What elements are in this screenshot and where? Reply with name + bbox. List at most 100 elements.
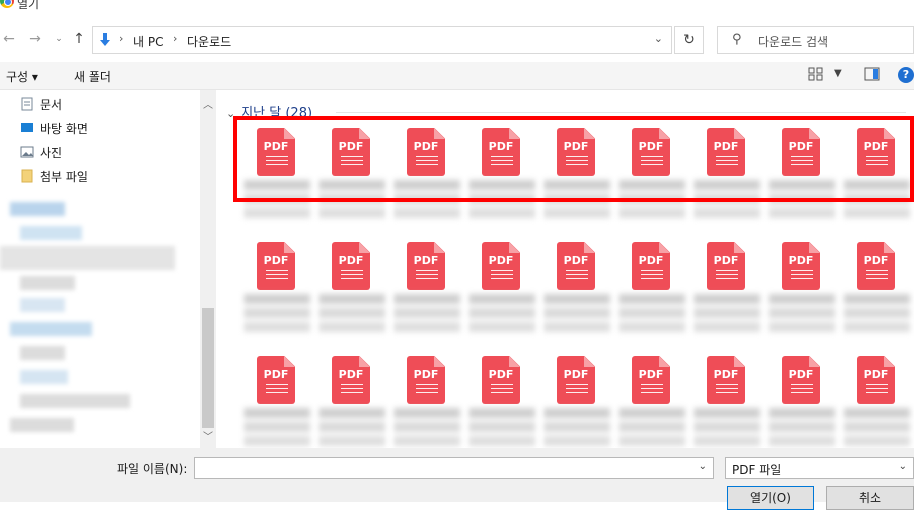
file-item[interactable]: PDF	[392, 242, 462, 347]
file-item[interactable]: PDF	[542, 356, 612, 448]
file-item[interactable]: PDF	[467, 356, 537, 448]
file-item[interactable]: PDF	[692, 128, 762, 233]
new-folder-button[interactable]: 새 폴더	[74, 68, 111, 85]
filetype-select[interactable]: PDF 파일 ⌄	[725, 457, 914, 479]
file-item[interactable]: PDF	[692, 242, 762, 347]
file-item[interactable]: PDF	[467, 128, 537, 233]
file-item[interactable]: PDF	[842, 356, 912, 448]
search-box[interactable]: ⚲ 다운로드 검색	[717, 26, 914, 54]
search-input[interactable]: 다운로드 검색	[758, 33, 828, 50]
chevron-down-icon: ⌄	[226, 107, 236, 120]
file-item[interactable]: PDF	[842, 242, 912, 347]
file-item[interactable]: PDF	[242, 128, 312, 233]
cancel-button[interactable]: 취소	[826, 486, 914, 510]
refresh-icon: ↻	[683, 32, 695, 48]
pdf-fold	[509, 128, 520, 139]
scroll-up-icon[interactable]: ︿	[200, 96, 216, 111]
up-arrow-icon[interactable]: ↑	[70, 30, 88, 48]
sidebar-item-documents[interactable]: 문서	[20, 94, 62, 114]
file-item[interactable]: PDF	[767, 128, 837, 233]
pdf-lines	[266, 270, 288, 282]
pdf-icon-label: PDF	[488, 368, 514, 381]
sidebar-item-attachments[interactable]: 첨부 파일	[20, 166, 88, 186]
file-item[interactable]: PDF	[242, 242, 312, 347]
pdf-icon-label: PDF	[263, 140, 289, 153]
breadcrumb-downloads[interactable]: 다운로드	[187, 33, 231, 50]
file-item[interactable]: PDF	[767, 242, 837, 347]
scroll-down-icon[interactable]: ﹀	[200, 428, 216, 443]
pdf-lines	[341, 384, 363, 396]
obscured-filename	[244, 180, 310, 228]
obscured-filename	[619, 408, 685, 448]
file-item[interactable]: PDF	[617, 128, 687, 233]
view-dropdown-icon[interactable]: ▼	[834, 68, 842, 79]
file-item[interactable]: PDF	[842, 128, 912, 233]
recent-dropdown-icon[interactable]: ⌄	[50, 30, 68, 48]
view-options-icon[interactable]	[808, 67, 824, 84]
sidebar-item-label: 첨부 파일	[40, 169, 88, 184]
file-item[interactable]: PDF	[392, 128, 462, 233]
obscured-filename	[694, 294, 760, 342]
obscured-filename	[544, 408, 610, 448]
open-button[interactable]: 열기(O)	[727, 486, 814, 510]
obscured-filename	[844, 294, 910, 342]
obscured-filename	[619, 294, 685, 342]
obscured-item	[20, 370, 68, 384]
help-icon[interactable]: ?	[898, 67, 914, 83]
pdf-icon-label: PDF	[713, 140, 739, 153]
obscured-filename	[694, 180, 760, 228]
file-item[interactable]: PDF	[242, 356, 312, 448]
obscured-item	[20, 298, 65, 312]
file-item[interactable]: PDF	[317, 356, 387, 448]
obscured-item	[20, 346, 65, 360]
sidebar-scroll-thumb[interactable]	[202, 308, 214, 428]
file-item[interactable]: PDF	[617, 356, 687, 448]
obscured-filename	[244, 294, 310, 342]
pdf-icon-label: PDF	[788, 140, 814, 153]
pdf-lines	[566, 270, 588, 282]
file-item[interactable]: PDF	[317, 242, 387, 347]
pdf-icon-label: PDF	[863, 140, 889, 153]
obscured-filename	[844, 408, 910, 448]
sidebar-item-desktop[interactable]: 바탕 화면	[20, 118, 88, 138]
pdf-icon-label: PDF	[413, 368, 439, 381]
obscured-filename	[469, 408, 535, 448]
pdf-icon-label: PDF	[563, 368, 589, 381]
obscured-filename	[394, 294, 460, 342]
breadcrumb-separator-icon: ›	[119, 32, 124, 45]
obscured-item	[0, 246, 175, 270]
sidebar-scrollbar[interactable]: ︿ ﹀	[200, 90, 216, 448]
pdf-lines	[566, 384, 588, 396]
pdf-icon-label: PDF	[413, 140, 439, 153]
back-arrow-icon[interactable]: ←	[0, 30, 18, 48]
pdf-icon-label: PDF	[638, 368, 664, 381]
refresh-button[interactable]: ↻	[674, 26, 704, 54]
pdf-fold	[434, 242, 445, 253]
file-item[interactable]: PDF	[692, 356, 762, 448]
file-item[interactable]: PDF	[317, 128, 387, 233]
forward-arrow-icon[interactable]: →	[26, 30, 44, 48]
file-item[interactable]: PDF	[392, 356, 462, 448]
download-folder-icon	[100, 33, 110, 46]
pdf-icon-label: PDF	[563, 140, 589, 153]
breadcrumb-my-pc[interactable]: 내 PC	[133, 33, 163, 50]
pdf-lines	[266, 156, 288, 168]
file-item[interactable]: PDF	[542, 242, 612, 347]
pdf-lines	[416, 384, 438, 396]
filename-dropdown-icon[interactable]: ⌄	[699, 461, 707, 472]
address-dropdown-icon[interactable]: ⌄	[654, 32, 663, 45]
address-bar[interactable]: › 내 PC › 다운로드 ⌄	[92, 26, 672, 54]
file-item[interactable]: PDF	[767, 356, 837, 448]
organize-button[interactable]: 구성 ▾	[6, 68, 38, 85]
file-item[interactable]: PDF	[542, 128, 612, 233]
file-item[interactable]: PDF	[467, 242, 537, 347]
file-item[interactable]: PDF	[617, 242, 687, 347]
preview-pane-icon[interactable]	[864, 67, 880, 84]
pdf-lines	[416, 270, 438, 282]
pdf-lines	[491, 384, 513, 396]
search-icon: ⚲	[732, 32, 742, 47]
sidebar-item-pictures[interactable]: 사진	[20, 142, 62, 162]
obscured-filename	[319, 294, 385, 342]
group-header[interactable]: ⌄ 지난 달 (28)	[226, 102, 312, 121]
filename-input[interactable]: ⌄	[194, 457, 714, 479]
